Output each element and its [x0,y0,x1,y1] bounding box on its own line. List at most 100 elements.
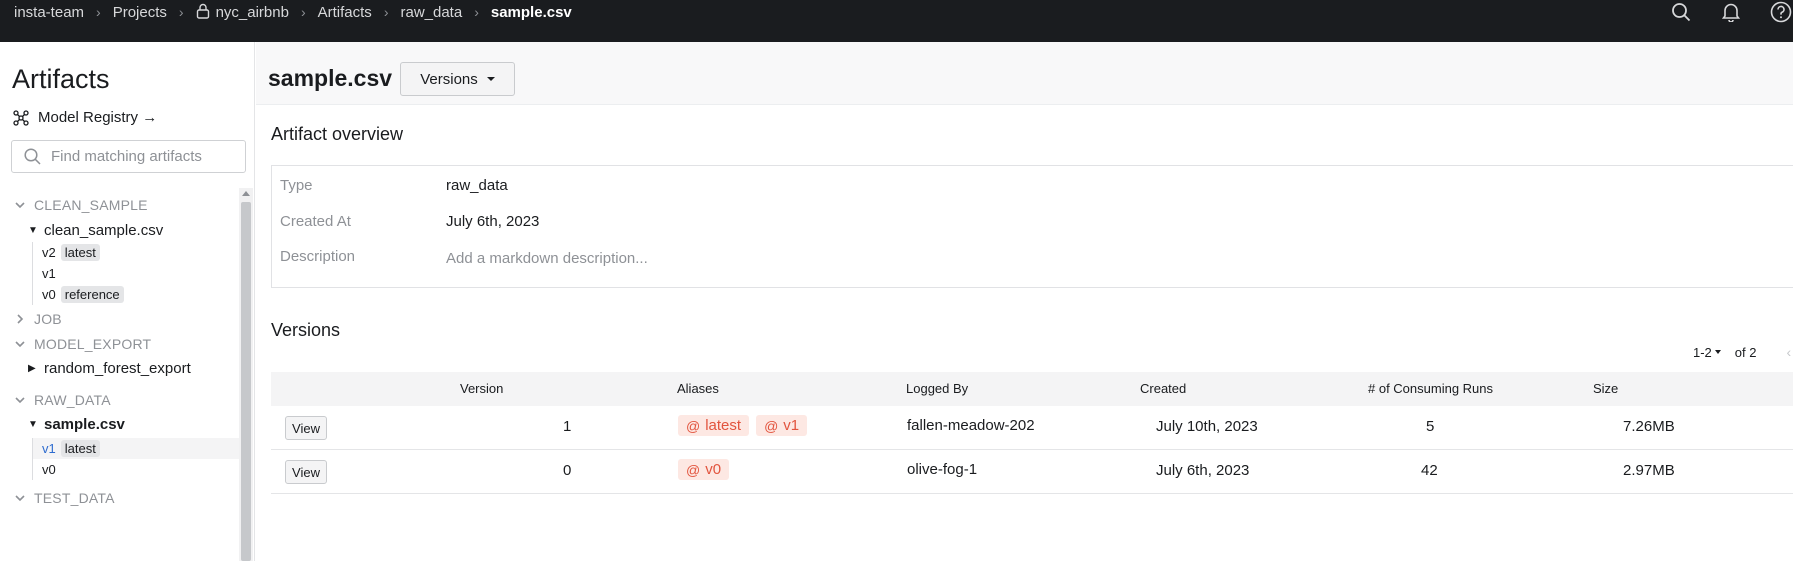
page-title: sample.csv [268,65,393,91]
version-alias-badge: reference [60,286,124,303]
version-item-selected[interactable]: v1 latest [32,438,239,459]
category-clean-sample[interactable]: CLEAN_SAMPLE [0,193,239,217]
version-item[interactable]: v2 latest [32,242,239,263]
category-job[interactable]: JOB [0,307,239,331]
breadcrumb-team[interactable]: insta-team [14,4,84,21]
help-icon[interactable] [1769,0,1793,24]
logged-by-cell[interactable]: fallen-meadow-202 [907,417,1035,434]
category-label: TEST_DATA [34,490,115,506]
sidebar-scrollbar[interactable] [239,188,253,561]
bell-icon[interactable] [1719,0,1743,24]
category-test-data[interactable]: TEST_DATA [0,486,239,510]
version-item[interactable]: v0 [32,459,239,480]
overview-type-value: raw_data [446,177,508,194]
category-label: MODEL_EXPORT [34,336,152,352]
top-bar: insta-team › Projects › nyc_airbnb › Art… [0,0,1793,42]
chevron-down-icon [15,341,25,348]
created-cell: July 10th, 2023 [1156,418,1258,435]
version-number: v1 [42,441,56,456]
breadcrumb-project-label: nyc_airbnb [215,4,289,21]
view-button[interactable]: View [285,460,327,484]
search-input[interactable] [51,148,241,165]
chevron-down-icon [15,202,25,209]
artifact-sample-csv[interactable]: ▼ sample.csv [0,412,239,436]
consuming-runs-cell: 5 [1426,418,1435,435]
logged-by-cell[interactable]: olive-fog-1 [907,461,977,478]
category-model-export[interactable]: MODEL_EXPORT [0,332,239,356]
top-icons [1643,0,1793,24]
model-registry-link[interactable]: Model Registry → [13,109,157,126]
breadcrumb-artifacts[interactable]: Artifacts [318,4,372,21]
overview-title: Artifact overview [271,124,404,144]
alias-badge[interactable]: @ latest [678,415,750,436]
version-number: v0 [42,462,56,477]
category-label: RAW_DATA [34,392,111,408]
overview-key: Description [280,248,356,265]
overview-key: Created At [280,213,351,230]
version-cell: 0 [563,462,572,479]
alias-badge[interactable]: @ v1 [756,415,808,436]
version-number: v1 [42,266,56,281]
table-header: Version Aliases Logged By Created # of C… [271,372,1793,406]
scroll-up-icon[interactable] [242,191,250,196]
version-number: v0 [42,287,56,302]
caret-right-icon: ▶ [28,362,36,374]
category-raw-data[interactable]: RAW_DATA [0,388,239,412]
column-header[interactable]: Size [1593,381,1618,396]
breadcrumb-separator: › [383,4,389,20]
main-content: sample.csv Versions Artifact overview Ty… [256,42,1793,561]
version-item[interactable]: v0 reference [32,284,239,305]
chevron-down-icon [15,495,25,502]
breadcrumb-type[interactable]: raw_data [400,4,462,21]
caret-down-icon[interactable] [1714,350,1721,354]
breadcrumb: insta-team › Projects › nyc_airbnb › Art… [14,0,572,24]
chevron-left-icon[interactable]: ‹ [1786,344,1791,360]
chevron-down-icon [15,397,25,404]
artifact-search[interactable] [11,140,246,173]
column-header[interactable]: Aliases [677,381,719,396]
scrollbar-thumb[interactable] [241,202,251,561]
at-icon: @ [686,461,701,478]
page-total: of 2 [1734,344,1757,360]
caret-down-icon [486,77,495,81]
breadcrumb-current: sample.csv [490,3,572,21]
column-header[interactable]: Logged By [906,381,968,396]
version-item[interactable]: v1 [32,263,239,284]
model-registry-icon [13,109,29,126]
caret-down-icon: ▼ [28,418,38,430]
breadcrumb-separator: › [300,4,306,20]
search-icon[interactable] [1669,0,1693,24]
versions-table: Version Aliases Logged By Created # of C… [271,372,1793,494]
table-row: View 1 @ latest @ v1 fallen-meadow-202 July… [271,406,1793,450]
artifact-label: random_forest_export [44,359,191,377]
column-header[interactable]: # of Consuming Runs [1368,381,1493,396]
consuming-runs-cell: 42 [1421,462,1438,479]
breadcrumb-projects[interactable]: Projects [113,4,167,21]
column-header[interactable]: Created [1140,381,1186,396]
version-number: v2 [42,245,56,260]
view-button[interactable]: View [285,416,327,440]
artifact-random-forest-export[interactable]: ▶ random_forest_export [0,356,239,380]
pagination: 1-2 of 2 ‹ [1693,344,1791,360]
at-icon: @ [686,417,701,434]
lock-icon [196,3,209,19]
alias-badge[interactable]: @ v0 [678,459,730,480]
overview-description-row: Description Add a markdown description..… [280,248,648,267]
page-range-select[interactable]: 1-2 [1693,345,1712,360]
artifact-clean-sample-csv[interactable]: ▼ clean_sample.csv [0,218,239,242]
overview-key: Type [280,177,313,194]
size-cell: 7.26MB [1623,418,1675,435]
artifact-tree: CLEAN_SAMPLE ▼ clean_sample.csv v2 lates… [0,188,239,561]
version-alias-badge: latest [60,244,100,261]
breadcrumb-project[interactable]: nyc_airbnb [196,3,289,21]
breadcrumb-separator: › [178,4,184,20]
sidebar-title: Artifacts [12,64,110,94]
description-editor[interactable]: Add a markdown description... [446,250,648,267]
overview-type-row: Type raw_data [280,177,508,194]
alias-label: v0 [705,461,722,478]
created-cell: July 6th, 2023 [1156,462,1250,479]
breadcrumb-separator: › [96,4,101,20]
versions-dropdown[interactable]: Versions [400,62,515,96]
column-header[interactable]: Version [460,381,503,396]
model-registry-label: Model Registry → [38,109,158,126]
